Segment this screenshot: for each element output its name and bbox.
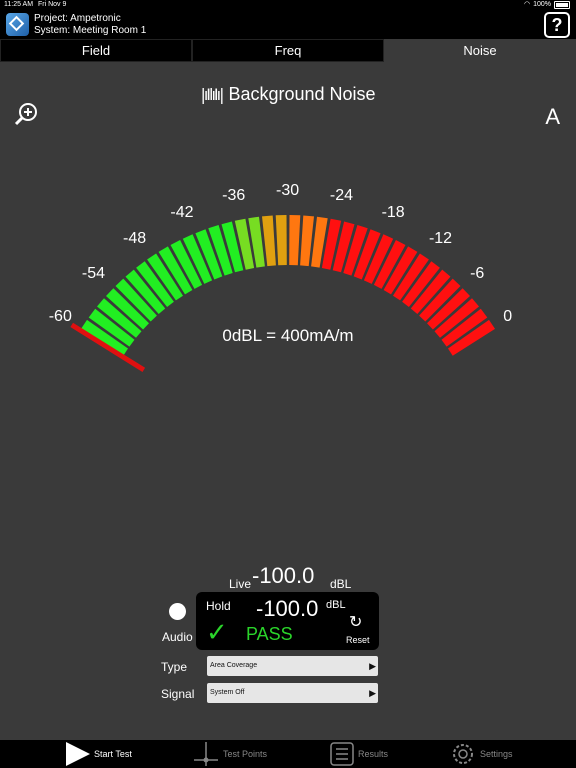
- status-time: 11:25 AM: [4, 1, 34, 8]
- scale-tick-label: -6: [470, 265, 485, 283]
- project-name: Project: Ampetronic: [34, 13, 121, 24]
- battery-icon: [554, 1, 570, 9]
- meter-segment: [289, 215, 301, 266]
- live-unit: dBL: [330, 577, 352, 591]
- type-value: Area Coverage: [210, 662, 258, 669]
- scale-tick-label: -60: [48, 307, 72, 325]
- scale-tick-label: -54: [81, 265, 106, 283]
- play-icon[interactable]: [64, 742, 90, 766]
- scale-tick-label: -30: [276, 182, 300, 199]
- scale-tick-label: -36: [222, 187, 246, 205]
- meter-segment: [275, 215, 287, 266]
- zoom-in-icon[interactable]: [14, 102, 38, 126]
- scale-tick-label: -18: [381, 203, 405, 221]
- hold-value: -100.0: [256, 596, 319, 621]
- waveform-icon: |ıIlıIı|: [200, 85, 224, 104]
- tab-noise[interactable]: Noise: [384, 39, 576, 62]
- pass-status: PASS: [246, 624, 293, 644]
- settings-button[interactable]: Settings: [480, 740, 513, 768]
- live-value: -100.0: [252, 563, 315, 588]
- status-date: Fri Nov 9: [38, 1, 67, 8]
- battery-percent: 100%: [533, 1, 551, 8]
- tab-freq[interactable]: Freq: [192, 39, 384, 62]
- page-title: |ıIlıIı| Background Noise: [0, 84, 576, 105]
- scale-tick-label: -42: [170, 203, 194, 221]
- wifi-icon: ◠: [523, 1, 531, 8]
- audio-toggle[interactable]: [169, 603, 186, 620]
- reference-label: 0dBL = 400mA/m: [222, 326, 354, 345]
- type-label: Type: [161, 660, 188, 674]
- app-logo-icon: [6, 13, 29, 36]
- gear-icon[interactable]: [451, 742, 475, 766]
- meter-segment: [262, 215, 276, 267]
- reset-label[interactable]: Reset: [346, 635, 370, 645]
- start-test-button[interactable]: Start Test: [94, 740, 132, 768]
- app-header: Project: Ampetronic System: Meeting Room…: [0, 10, 576, 39]
- status-bar: 11:25 AM Fri Nov 9 ◠ 100%: [0, 0, 576, 10]
- scale-tick-label: -48: [123, 229, 147, 247]
- page-title-text: Background Noise: [228, 84, 376, 104]
- tab-bar: Field Freq Noise: [0, 39, 576, 62]
- weighting-label[interactable]: A: [545, 104, 560, 130]
- list-icon[interactable]: [330, 742, 354, 766]
- scale-tick-label: -24: [329, 187, 353, 205]
- check-icon: ✓: [206, 618, 228, 648]
- tab-field[interactable]: Field: [0, 39, 192, 62]
- bottom-nav: Start Test Test Points Results Settings: [0, 740, 576, 768]
- results-button[interactable]: Results: [358, 740, 388, 768]
- hold-label: Hold: [206, 599, 231, 613]
- chevron-right-icon: ▶: [369, 688, 376, 698]
- status-right: ◠ 100%: [524, 0, 570, 10]
- hold-panel: Hold -100.0 dBL ✓ PASS ↻ Reset: [196, 592, 379, 650]
- signal-select[interactable]: System Off ▶: [207, 683, 378, 703]
- signal-value: System Off: [210, 689, 245, 696]
- live-label: Live: [229, 577, 252, 591]
- help-button[interactable]: ?: [544, 12, 570, 38]
- type-select[interactable]: Area Coverage ▶: [207, 656, 378, 676]
- signal-label: Signal: [161, 687, 195, 701]
- meter-segment: [300, 215, 314, 267]
- system-name: System: Meeting Room 1: [34, 25, 147, 36]
- project-info: Project: Ampetronic System: Meeting Room…: [34, 13, 146, 37]
- test-points-button[interactable]: Test Points: [223, 740, 267, 768]
- crosshair-icon[interactable]: [194, 742, 218, 766]
- chevron-right-icon: ▶: [369, 661, 376, 671]
- hold-unit: dBL: [326, 599, 346, 611]
- reset-icon[interactable]: ↻: [349, 612, 362, 631]
- scale-tick-label: -12: [428, 229, 453, 247]
- audio-label: Audio: [162, 630, 193, 644]
- scale-tick-label: 0: [503, 307, 513, 325]
